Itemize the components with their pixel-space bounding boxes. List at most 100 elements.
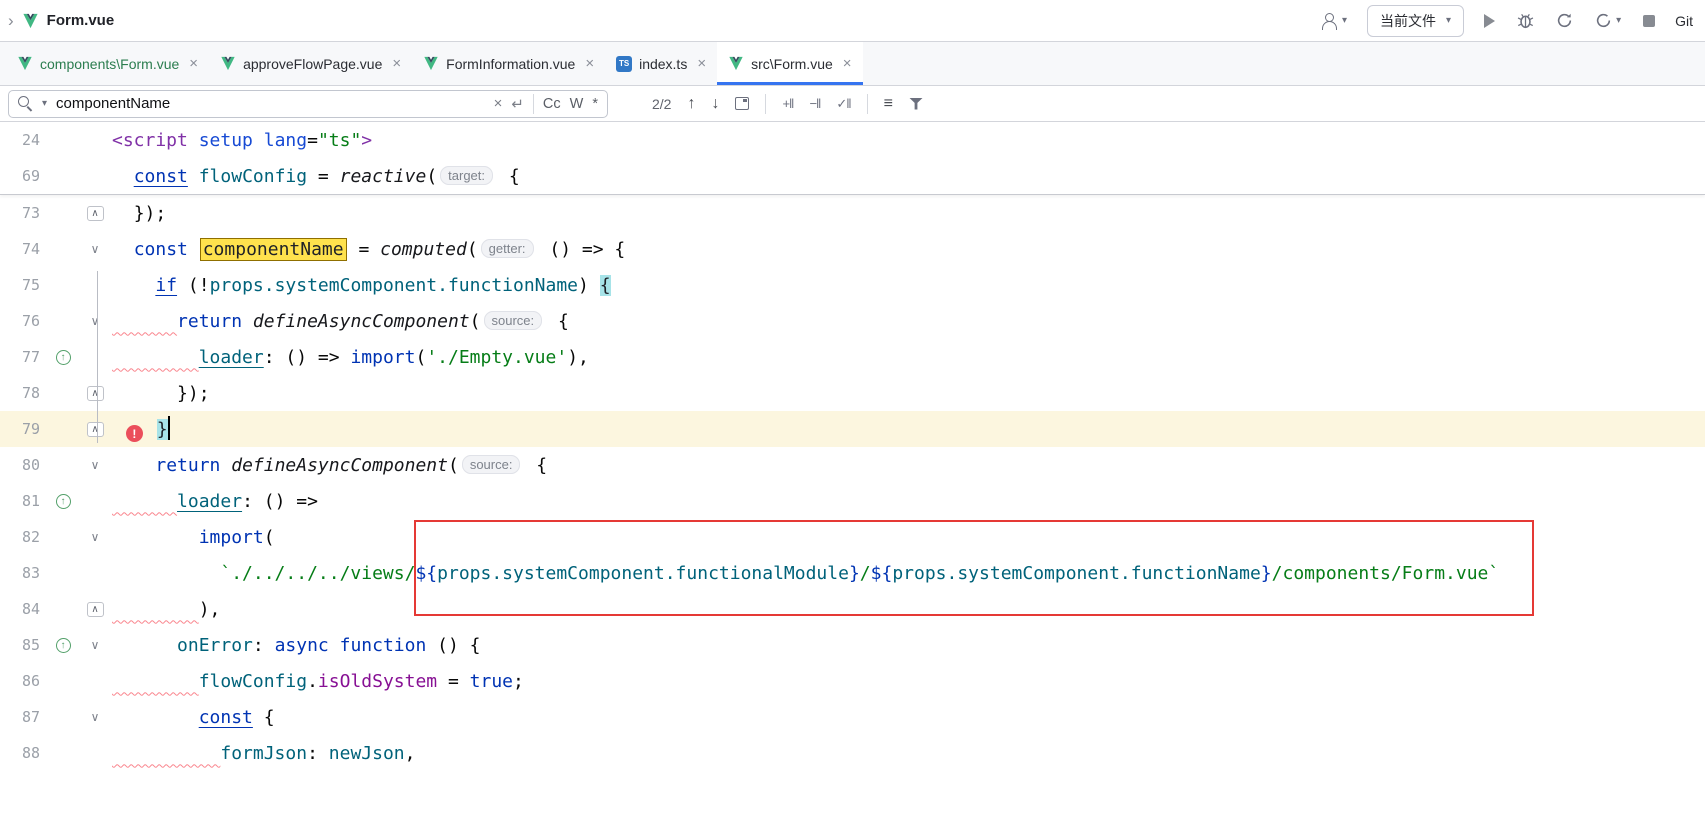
fold-guide-line [97, 271, 98, 443]
select-all-occurrences-button[interactable]: ✓‖ [836, 96, 850, 112]
fold-expand-icon[interactable]: ∨ [91, 458, 100, 472]
next-match-button[interactable]: ↓ [711, 95, 719, 113]
code-line[interactable]: 77↑ loader: () => import('./Empty.vue'), [0, 339, 1705, 375]
token: "ts" [318, 130, 361, 151]
search-history-chevron-icon[interactable]: ▾ [42, 98, 47, 109]
code-line[interactable]: 84∧ ), [0, 591, 1705, 627]
lint-wavy-underline [112, 599, 199, 620]
fold-expand-icon[interactable]: ∨ [91, 242, 100, 256]
whitespace [112, 419, 123, 440]
fold-collapse-icon[interactable]: ∧ [87, 422, 104, 437]
line-number[interactable]: 85 [0, 636, 48, 654]
search-field[interactable]: ▾ componentName × ↵ Cc W * [8, 90, 608, 118]
line-number[interactable]: 73 [0, 204, 48, 222]
code-line[interactable]: 83 `./../../../views/${props.systemCompo… [0, 555, 1705, 591]
run-with-options-button[interactable]: ▾ [1593, 10, 1623, 31]
code-line[interactable]: 73 ∧ }); [0, 195, 1705, 231]
token: flowConfig [199, 671, 307, 692]
vue-file-icon [220, 56, 236, 71]
code-line[interactable]: 82∨ import( [0, 519, 1705, 555]
tab-close-icon[interactable]: × [189, 55, 198, 72]
code-line[interactable]: 79∧ ! } [0, 411, 1705, 447]
line-number[interactable]: 83 [0, 564, 48, 582]
user-account-button[interactable]: ▾ [1318, 11, 1349, 31]
token: : () => [264, 347, 351, 368]
whitespace [146, 419, 157, 440]
code-line[interactable]: 88 formJson: newJson, [0, 735, 1705, 771]
tab-close-icon[interactable]: × [843, 55, 852, 72]
tab-approveflowpage-vue[interactable]: approveFlowPage.vue× [209, 42, 412, 85]
fold-expand-icon[interactable]: ∨ [91, 530, 100, 544]
fold-collapse-icon[interactable]: ∧ [87, 602, 104, 617]
tab-close-icon[interactable]: × [697, 55, 706, 72]
fold-expand-icon[interactable]: ∨ [91, 314, 100, 328]
line-number[interactable]: 75 [0, 276, 48, 294]
intention-up-icon[interactable]: ↑ [56, 494, 71, 509]
line-number[interactable]: 86 [0, 672, 48, 690]
code-line[interactable]: 86 flowConfig.isOldSystem = true; [0, 663, 1705, 699]
code-line[interactable]: 78∧ }); [0, 375, 1705, 411]
git-widget[interactable]: Git [1675, 13, 1693, 29]
line-number[interactable]: 69 [0, 167, 48, 185]
parameter-hint: source: [462, 455, 521, 474]
profiler-button[interactable] [1554, 10, 1575, 31]
code-line[interactable]: 75 if (!props.systemComponent.functionNa… [0, 267, 1705, 303]
line-number[interactable]: 74 [0, 240, 48, 258]
tab-src-form-vue[interactable]: src\Form.vue× [717, 42, 862, 85]
add-occurrence-button[interactable]: +‖ [782, 96, 793, 111]
tab-index-ts[interactable]: TSindex.ts× [605, 42, 717, 85]
run-button[interactable] [1482, 12, 1497, 30]
tab-close-icon[interactable]: × [392, 55, 401, 72]
fold-collapse-icon[interactable]: ∧ [87, 206, 104, 221]
regex-toggle[interactable]: * [592, 96, 598, 112]
search-options-button[interactable]: ≡ [884, 95, 893, 113]
fold-expand-icon[interactable]: ∨ [91, 638, 100, 652]
line-number[interactable]: 76 [0, 312, 48, 330]
code-line[interactable]: 69 const flowConfig = reactive(target: { [0, 158, 1705, 194]
match-case-toggle[interactable]: Cc [543, 96, 561, 112]
error-icon[interactable]: ! [126, 425, 143, 442]
line-number[interactable]: 82 [0, 528, 48, 546]
code-text: }); [112, 203, 1705, 224]
whole-words-toggle[interactable]: W [570, 96, 584, 112]
code-text: if (!props.systemComponent.functionName)… [112, 275, 1705, 296]
tab-close-icon[interactable]: × [585, 55, 594, 72]
tab-forminformation-vue[interactable]: FormInformation.vue× [412, 42, 605, 85]
newline-icon[interactable]: ↵ [511, 95, 524, 113]
match-count: 2/2 [652, 96, 671, 112]
code-line[interactable]: 81↑ loader: () => [0, 483, 1705, 519]
code-line[interactable]: 74∨ const componentName = computed(gette… [0, 231, 1705, 267]
line-number[interactable]: 87 [0, 708, 48, 726]
line-number[interactable]: 78 [0, 384, 48, 402]
token: > [361, 130, 372, 151]
line-number[interactable]: 88 [0, 744, 48, 762]
debug-button[interactable] [1515, 10, 1536, 31]
stop-button[interactable] [1641, 13, 1657, 29]
filter-icon[interactable] [909, 98, 923, 110]
fold-expand-icon[interactable]: ∨ [91, 710, 100, 724]
line-number[interactable]: 80 [0, 456, 48, 474]
previous-match-button[interactable]: ↑ [687, 95, 695, 113]
code-editor[interactable]: 24<script setup lang="ts">69 const flowC… [0, 122, 1705, 820]
code-line[interactable]: 76∨ return defineAsyncComponent(source: … [0, 303, 1705, 339]
intention-up-icon[interactable]: ↑ [56, 350, 71, 365]
line-number[interactable]: 79 [0, 420, 48, 438]
open-in-find-window-button[interactable] [735, 97, 749, 110]
tab-components-form-vue[interactable]: components\Form.vue× [6, 42, 209, 85]
line-number[interactable]: 81 [0, 492, 48, 510]
clear-search-icon[interactable]: × [494, 95, 503, 112]
line-number[interactable]: 77 [0, 348, 48, 366]
code-line[interactable]: 80∨ return defineAsyncComponent(source: … [0, 447, 1705, 483]
search-input[interactable]: componentName [56, 95, 170, 112]
token: const [134, 166, 188, 187]
line-number[interactable]: 24 [0, 131, 48, 149]
remove-occurrence-button[interactable]: −‖ [809, 96, 820, 111]
fold-collapse-icon[interactable]: ∧ [87, 386, 104, 401]
code-text: const flowConfig = reactive(target: { [112, 166, 1705, 187]
line-number[interactable]: 84 [0, 600, 48, 618]
run-configuration-selector[interactable]: 当前文件 ▾ [1367, 5, 1464, 37]
code-line[interactable]: 87∨ const { [0, 699, 1705, 735]
intention-up-icon[interactable]: ↑ [56, 638, 71, 653]
code-line[interactable]: 85↑∨ onError: async function () { [0, 627, 1705, 663]
code-line[interactable]: 24<script setup lang="ts"> [0, 122, 1705, 158]
